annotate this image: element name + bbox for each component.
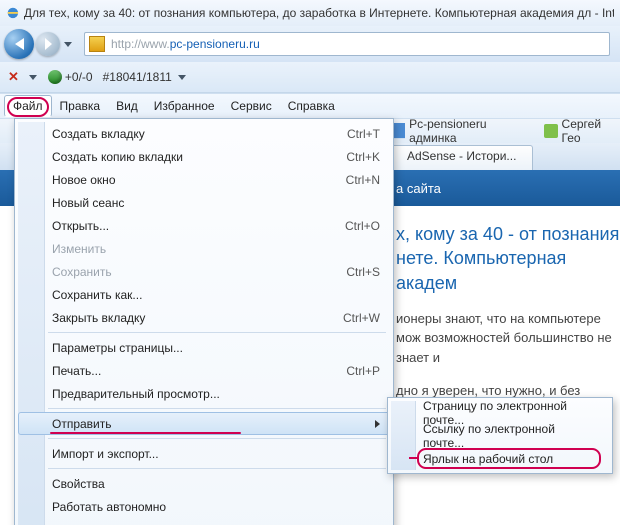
nav-fragment[interactable]: а сайта: [396, 181, 441, 196]
browser-window: Для тех, кому за 40: от познания компьют…: [0, 0, 620, 525]
file-menu-item[interactable]: Предварительный просмотр...: [18, 382, 390, 405]
file-menu-item[interactable]: Новый сеанс: [18, 191, 390, 214]
menu-item-label: Сохранить как...: [52, 288, 380, 302]
file-menu-item[interactable]: Отправить: [18, 412, 390, 435]
menu-item-shortcut: Ctrl+T: [347, 127, 380, 141]
menu-item-label: Отправить: [52, 417, 367, 431]
title-bar: Для тех, кому за 40: от познания компьют…: [0, 0, 620, 26]
menu-item-label: Новый сеанс: [52, 196, 380, 210]
menu-item-label: Сохранить: [52, 265, 346, 279]
zoom-value: +0/-0: [65, 70, 93, 84]
bookmark-item[interactable]: Сергей Гео: [544, 117, 620, 145]
menu-item-shortcut: Ctrl+W: [343, 311, 380, 325]
menu-favorites[interactable]: Избранное: [146, 96, 223, 116]
menu-separator: [48, 468, 386, 469]
secondary-toolbar: ✕ +0/-0 #18041/1811: [0, 62, 620, 93]
arrow-left-icon: [15, 38, 24, 50]
menu-item-label: Свойства: [52, 477, 380, 491]
article-heading: х, кому за 40 - от познания нете. Компью…: [396, 222, 620, 295]
url-protocol: http://www.: [111, 37, 170, 51]
window-title: Для тех, кому за 40: от познания компьют…: [24, 6, 614, 20]
menu-item-shortcut: Ctrl+K: [346, 150, 380, 164]
file-menu-item: Изменить: [18, 237, 390, 260]
forward-button[interactable]: [36, 32, 60, 56]
menu-item-label: Параметры страницы...: [52, 341, 380, 355]
chevron-down-icon: [178, 75, 186, 80]
menu-item-label: Предварительный просмотр...: [52, 387, 380, 401]
menu-item-label: Печать...: [52, 364, 346, 378]
menu-separator: [48, 438, 386, 439]
counter-indicator: #18041/1811: [103, 70, 186, 84]
globe-icon: [47, 69, 63, 85]
menu-help[interactable]: Справка: [280, 96, 343, 116]
file-menu-item[interactable]: Создать вкладкуCtrl+T: [18, 122, 390, 145]
menu-item-shortcut: Ctrl+O: [345, 219, 380, 233]
menu-item-label: Создать вкладку: [52, 127, 347, 141]
file-menu-item[interactable]: Создать копию вкладкиCtrl+K: [18, 145, 390, 168]
file-menu-item[interactable]: Импорт и экспорт...: [18, 442, 390, 465]
file-menu-item[interactable]: Сохранить как...: [18, 283, 390, 306]
counter-value: #18041/1811: [103, 70, 172, 84]
address-bar[interactable]: http://www. pc-pensioneru.ru: [84, 32, 610, 56]
file-menu-item[interactable]: Закрыть вкладкуCtrl+W: [18, 306, 390, 329]
menu-item-label: Работать автономно: [52, 500, 380, 514]
menu-bar: Файл Правка Вид Избранное Сервис Справка: [0, 93, 620, 119]
toolbar-dropdown[interactable]: [29, 75, 37, 80]
url-host: pc-pensioneru.ru: [170, 37, 260, 51]
avatar-icon: [544, 124, 557, 138]
file-menu-item[interactable]: Выход: [18, 518, 390, 525]
bookmark-item[interactable]: Pc-pensioneru админка: [390, 117, 530, 145]
send-submenu: Страницу по электронной почте...Ссылку п…: [387, 397, 613, 474]
menu-file[interactable]: Файл: [4, 95, 52, 117]
file-menu-item[interactable]: Печать...Ctrl+P: [18, 359, 390, 382]
menu-item-label: Закрыть вкладку: [52, 311, 343, 325]
menu-item-shortcut: Ctrl+S: [346, 265, 380, 279]
arrow-right-icon: [45, 38, 52, 50]
menu-separator: [48, 408, 386, 409]
ie-logo-icon: [6, 6, 20, 20]
file-menu-dropdown: Создать вкладкуCtrl+TСоздать копию вклад…: [14, 118, 394, 525]
menu-edit[interactable]: Правка: [52, 96, 109, 116]
close-icon: ✕: [8, 69, 19, 85]
menu-item-label: Новое окно: [52, 173, 346, 187]
close-toolbar-button[interactable]: ✕: [8, 69, 19, 85]
chevron-down-icon: [29, 75, 37, 80]
menu-item-label: Ярлык на рабочий стол: [423, 452, 553, 466]
file-menu-item: СохранитьCtrl+S: [18, 260, 390, 283]
zoom-indicator[interactable]: +0/-0: [47, 69, 93, 85]
menu-tools[interactable]: Сервис: [223, 96, 280, 116]
navigation-bar: http://www. pc-pensioneru.ru: [0, 26, 620, 62]
browser-tab[interactable]: AdSense - Истори...: [390, 145, 533, 171]
menu-separator: [48, 332, 386, 333]
file-menu-item[interactable]: Новое окноCtrl+N: [18, 168, 390, 191]
menu-item-shortcut: Ctrl+N: [346, 173, 380, 187]
back-button[interactable]: [4, 29, 34, 59]
menu-item-label: Импорт и экспорт...: [52, 447, 380, 461]
article-paragraph: ионеры знают, что на компьютере мож возм…: [396, 309, 620, 368]
menu-item-label: Ссылку по электронной почте...: [423, 422, 599, 450]
chevron-down-icon: [64, 42, 72, 47]
file-menu-item[interactable]: Открыть...Ctrl+O: [18, 214, 390, 237]
file-menu-item[interactable]: Свойства: [18, 472, 390, 495]
send-submenu-item[interactable]: Ссылку по электронной почте...: [391, 424, 609, 447]
menu-item-label: Изменить: [52, 242, 380, 256]
submenu-arrow-icon: [375, 420, 380, 428]
menu-item-label: Открыть...: [52, 219, 345, 233]
page-favicon-icon: [89, 36, 105, 52]
file-menu-item[interactable]: Параметры страницы...: [18, 336, 390, 359]
menu-view[interactable]: Вид: [108, 96, 146, 116]
menu-item-label: Создать копию вкладки: [52, 150, 346, 164]
menu-item-shortcut: Ctrl+P: [346, 364, 380, 378]
file-menu-item[interactable]: Работать автономно: [18, 495, 390, 518]
recent-pages-dropdown[interactable]: [62, 32, 74, 56]
send-submenu-item[interactable]: Ярлык на рабочий стол: [391, 447, 609, 470]
